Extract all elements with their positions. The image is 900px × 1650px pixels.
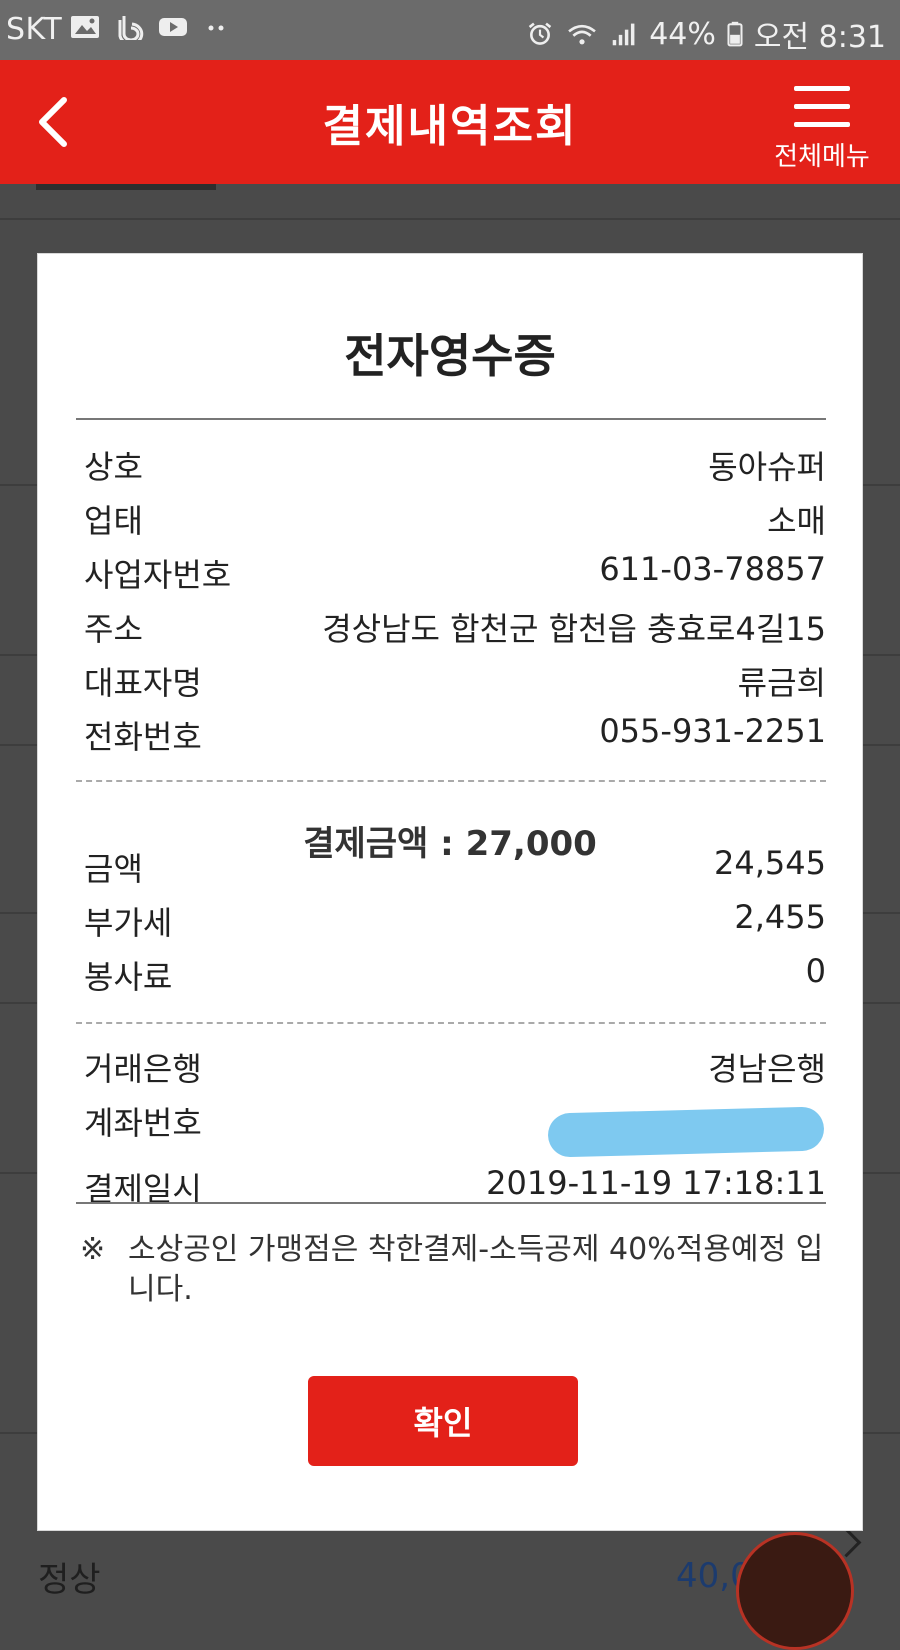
info-row-business-type: 업태 소매 <box>84 496 826 548</box>
info-value: 611-03-78857 <box>599 550 826 588</box>
receipt-dialog: 전자영수증 상호 동아슈퍼 업태 소매 사업자번호 611-03-78857 주… <box>38 254 862 1530</box>
amount-label: 금액 <box>84 850 143 888</box>
confirm-button[interactable]: 확인 <box>308 1376 578 1466</box>
divider <box>76 418 826 420</box>
battery-percent: 44% <box>649 16 716 52</box>
notice-body: 소상공인 가맹점은 착한결제-소득공제 40%적용예정 입니다. <box>128 1232 824 1307</box>
receipt-title: 전자영수증 <box>344 329 556 383</box>
reference-mark: ※ <box>80 1232 106 1267</box>
carrier-label: SKT <box>6 12 63 47</box>
info-label: 사업자번호 <box>84 556 232 594</box>
bank-row-bank-name: 거래은행 경남은행 <box>84 1044 826 1096</box>
wifi-icon <box>568 24 597 45</box>
bank-label: 거래은행 <box>84 1050 202 1088</box>
dashed-divider <box>76 1022 826 1024</box>
info-value: 동아슈퍼 <box>708 448 826 486</box>
amount-value: 24,545 <box>714 844 826 882</box>
full-menu-label: 전체메뉴 <box>774 142 870 172</box>
hamburger-menu-icon <box>794 86 850 130</box>
info-label: 업태 <box>84 502 143 540</box>
dashed-divider <box>76 780 826 782</box>
gallery-icon <box>71 16 99 38</box>
full-menu-button[interactable]: 전체메뉴 <box>774 82 870 172</box>
signal-icon <box>612 23 635 46</box>
app-header: 결제내역조회 전체메뉴 <box>0 60 900 184</box>
divider <box>76 1202 826 1204</box>
info-row-representative: 대표자명 류금희 <box>84 658 826 710</box>
amount-row-vat: 부가세 2,455 <box>84 898 826 950</box>
info-row-address: 주소 경상남도 합천군 합천읍 충효로4길15 <box>84 604 826 656</box>
redaction-mark <box>547 1106 825 1158</box>
info-row-phone: 전화번호 055-931-2251 <box>84 712 826 764</box>
floating-chat-button[interactable] <box>736 1532 854 1650</box>
datetime-label: 결제일시 <box>84 1170 202 1202</box>
info-value: 경상남도 합천군 합천읍 충효로4길15 <box>322 610 826 648</box>
amount-value: 2,455 <box>734 898 826 936</box>
info-value: 류금희 <box>737 664 826 702</box>
clock: 오전 8:31 <box>753 20 886 55</box>
amount-row-service-fee: 봉사료 0 <box>84 952 826 1004</box>
datetime-value: 2019-11-19 17:18:11 <box>486 1164 826 1202</box>
list-item-date-clipped <box>36 184 216 190</box>
bank-label: 계좌번호 <box>84 1104 202 1142</box>
status-bar: SKT 44% 오전 8:31 <box>0 0 900 60</box>
amount-label: 부가세 <box>84 904 173 942</box>
payment-datetime-row: 결제일시 2019-11-19 17:18:11 <box>84 1162 826 1202</box>
bank-value: 경남은행 <box>708 1050 826 1088</box>
amount-value: 0 <box>805 952 826 990</box>
info-label: 대표자명 <box>84 664 202 702</box>
app-b-icon <box>118 16 144 40</box>
list-item-status: 정상 <box>38 1560 101 1600</box>
info-label: 주소 <box>84 610 143 648</box>
youtube-icon <box>159 18 187 36</box>
notice-text: ※ 소상공인 가맹점은 착한결제-소득공제 40%적용예정 입니다. <box>80 1230 826 1310</box>
info-label: 상호 <box>84 448 143 486</box>
info-row-store-name: 상호 동아슈퍼 <box>84 442 826 494</box>
info-label: 전화번호 <box>84 718 202 756</box>
info-value: 소매 <box>767 502 826 540</box>
info-row-business-number: 사업자번호 611-03-78857 <box>84 550 826 602</box>
alarm-icon <box>528 22 552 45</box>
battery-icon <box>727 21 743 47</box>
amount-label: 봉사료 <box>84 958 173 996</box>
amount-row-subtotal: 금액 24,545 <box>84 844 826 896</box>
more-notifications-icon <box>208 25 224 31</box>
info-value: 055-931-2251 <box>599 712 826 750</box>
